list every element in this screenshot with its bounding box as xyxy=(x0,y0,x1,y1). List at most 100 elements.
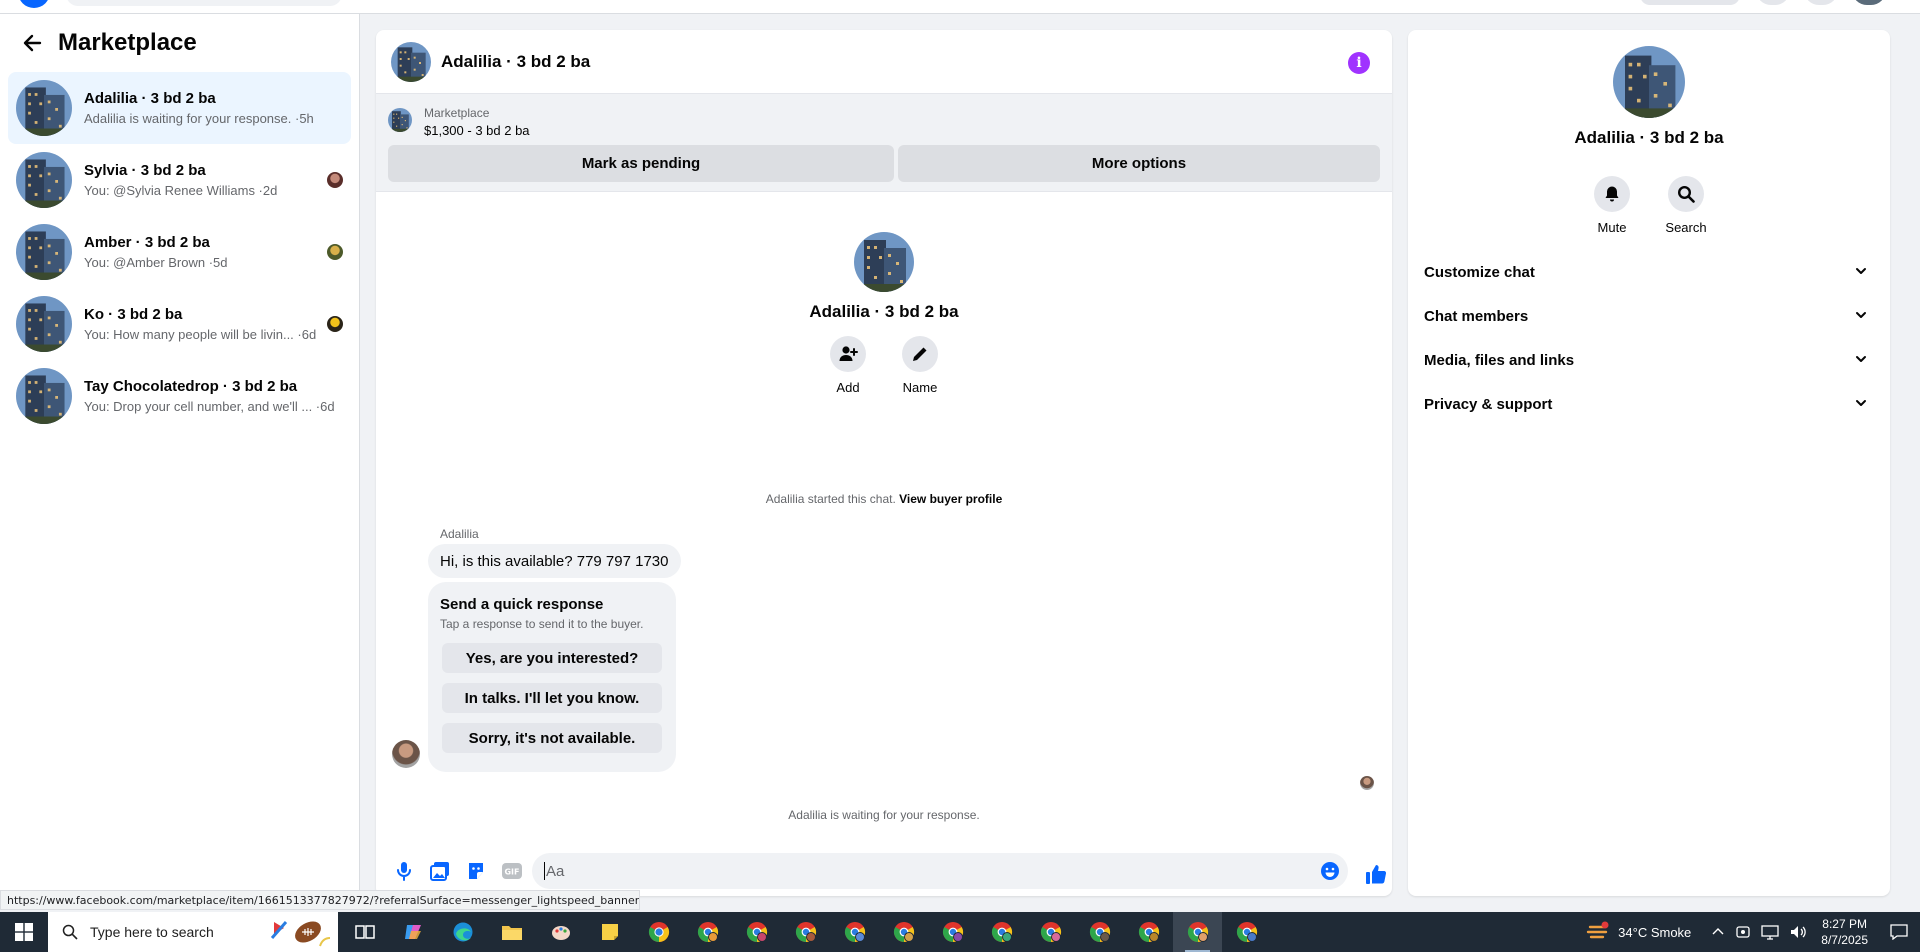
volume-icon[interactable] xyxy=(1789,924,1807,940)
sidebar-header: Marketplace xyxy=(0,14,359,72)
meet-now-icon[interactable] xyxy=(1735,924,1751,940)
chrome-profile-icon[interactable] xyxy=(683,912,732,952)
message-input[interactable]: Aa xyxy=(532,853,1348,889)
pencil-icon xyxy=(902,336,938,372)
chrome-profile-icon[interactable] xyxy=(928,912,977,952)
listing-price[interactable]: $1,300 - 3 bd 2 ba xyxy=(424,123,530,138)
section-label: Chat members xyxy=(1424,307,1529,325)
copilot-icon[interactable] xyxy=(389,912,438,952)
network-icon[interactable] xyxy=(1761,924,1779,940)
conversation-sidebar: Marketplace Adalilia · 3 bd 2 ba Adalili… xyxy=(0,14,360,910)
message-placeholder: Aa xyxy=(546,862,565,880)
sender-name: Adalilia xyxy=(440,527,479,541)
taskbar-search-input[interactable]: Type here to search xyxy=(48,912,338,952)
conversation-item[interactable]: Sylvia · 3 bd 2 ba You: @Sylvia Renee Wi… xyxy=(8,144,351,216)
edit-name-button[interactable]: Name xyxy=(902,336,938,395)
paint-icon[interactable] xyxy=(536,912,585,952)
more-options-button[interactable]: More options xyxy=(898,145,1380,182)
thumbs-up-icon[interactable] xyxy=(1358,856,1392,892)
edge-browser-icon[interactable] xyxy=(438,912,487,952)
add-person-icon xyxy=(830,336,866,372)
customize-chat-section[interactable]: Customize chat xyxy=(1416,250,1882,294)
chat-title[interactable]: Adalilia · 3 bd 2 ba xyxy=(441,52,590,72)
file-explorer-icon[interactable] xyxy=(487,912,536,952)
incoming-message[interactable]: Hi, is this available? 779 797 1730 xyxy=(428,544,681,578)
add-people-button[interactable]: Add xyxy=(830,336,866,395)
chat-avatar[interactable] xyxy=(391,41,431,82)
info-icon[interactable]: i xyxy=(1348,52,1370,74)
section-label: Customize chat xyxy=(1424,263,1535,281)
back-arrow-icon[interactable] xyxy=(18,29,46,57)
conversation-snippet: You: @Amber Brown ·5d xyxy=(84,255,228,270)
conversation-name: Tay Chocolatedrop · 3 bd 2 ba xyxy=(84,378,298,395)
facebook-logo-icon[interactable] xyxy=(18,0,50,8)
taskbar-apps xyxy=(340,912,1271,952)
task-view-icon[interactable] xyxy=(340,912,389,952)
chrome-profile-icon[interactable] xyxy=(977,912,1026,952)
system-tray: 34°C Smoke 8:27 PM 8/7/2025 xyxy=(1586,912,1920,952)
conversation-item[interactable]: Amber · 3 bd 2 ba You: @Amber Brown ·5d xyxy=(8,216,351,288)
mark-as-pending-button[interactable]: Mark as pending xyxy=(388,145,894,182)
quick-response-in-talks-button[interactable]: In talks. I'll let you know. xyxy=(442,683,662,713)
message-composer: GIF Aa xyxy=(376,846,1392,896)
chrome-active-window-icon[interactable] xyxy=(1173,912,1222,952)
conversation-item[interactable]: Ko · 3 bd 2 ba You: How many people will… xyxy=(8,288,351,360)
chat-members-section[interactable]: Chat members xyxy=(1416,294,1882,338)
sticky-notes-icon[interactable] xyxy=(585,912,634,952)
conversation-item[interactable]: Tay Chocolatedrop · 3 bd 2 ba You: Drop … xyxy=(8,360,351,432)
chevron-down-icon xyxy=(1854,308,1868,326)
profile-avatar[interactable] xyxy=(1852,0,1886,5)
bell-icon xyxy=(1594,176,1630,212)
notifications-icon[interactable] xyxy=(1890,924,1908,940)
media-files-links-section[interactable]: Media, files and links xyxy=(1416,338,1882,382)
seen-avatar xyxy=(327,172,343,188)
chrome-profile-icon[interactable] xyxy=(879,912,928,952)
gif-icon[interactable]: GIF xyxy=(494,853,530,889)
menu-icon[interactable] xyxy=(1756,0,1790,5)
quick-response-not-available-button[interactable]: Sorry, it's not available. xyxy=(442,723,662,753)
chrome-profile-icon[interactable] xyxy=(1075,912,1124,952)
weather-widget[interactable]: 34°C Smoke xyxy=(1586,921,1691,943)
conversation-name: Ko · 3 bd 2 ba xyxy=(84,306,183,323)
chat-panel: Adalilia · 3 bd 2 ba i Marketplace $1,30… xyxy=(376,30,1392,896)
chrome-icon[interactable] xyxy=(634,912,683,952)
mute-button[interactable]: Mute xyxy=(1593,176,1631,235)
emoji-icon[interactable] xyxy=(1320,861,1340,885)
chrome-profile-icon[interactable] xyxy=(1124,912,1173,952)
chrome-profile-icon[interactable] xyxy=(1222,912,1271,952)
sender-avatar[interactable] xyxy=(392,740,420,768)
conversation-item[interactable]: Adalilia · 3 bd 2 ba Adalilia is waiting… xyxy=(8,72,351,144)
listing-avatar xyxy=(16,80,72,136)
search-icon xyxy=(62,924,78,940)
header-pill-button[interactable] xyxy=(1640,0,1740,5)
waiting-notice: Adalilia is waiting for your response. xyxy=(788,808,980,822)
privacy-support-section[interactable]: Privacy & support xyxy=(1416,382,1882,426)
sidebar-title: Marketplace xyxy=(58,29,197,56)
photo-icon[interactable] xyxy=(422,853,458,889)
clock-time: 8:27 PM xyxy=(1822,917,1867,931)
chrome-profile-icon[interactable] xyxy=(781,912,830,952)
quick-response-yes-button[interactable]: Yes, are you interested? xyxy=(442,643,662,673)
chrome-profile-icon[interactable] xyxy=(732,912,781,952)
chrome-profile-icon[interactable] xyxy=(830,912,879,952)
messenger-icon[interactable] xyxy=(1804,0,1838,5)
banner-label: Marketplace xyxy=(424,106,490,120)
clock-date: 8/7/2025 xyxy=(1821,933,1868,947)
seen-avatar xyxy=(327,316,343,332)
view-buyer-profile-link[interactable]: View buyer profile xyxy=(899,492,1002,506)
tray-icons xyxy=(1711,924,1807,940)
taskbar-clock[interactable]: 8:27 PM 8/7/2025 xyxy=(1821,916,1868,948)
section-label: Privacy & support xyxy=(1424,395,1553,413)
search-label: Search xyxy=(1665,220,1707,235)
search-conversation-button[interactable]: Search xyxy=(1665,176,1707,235)
chrome-profile-icon[interactable] xyxy=(1026,912,1075,952)
chevron-up-icon[interactable] xyxy=(1711,925,1725,939)
intro-avatar xyxy=(854,232,914,292)
conversation-snippet: Adalilia is waiting for your response. ·… xyxy=(84,111,314,126)
windows-start-icon[interactable] xyxy=(0,912,48,952)
conversation-snippet: You: @Sylvia Renee Williams ·2d xyxy=(84,183,278,198)
facebook-search-input[interactable] xyxy=(66,0,342,6)
sticker-icon[interactable] xyxy=(458,853,494,889)
listing-thumbnail[interactable] xyxy=(388,108,412,132)
microphone-icon[interactable] xyxy=(386,853,422,889)
